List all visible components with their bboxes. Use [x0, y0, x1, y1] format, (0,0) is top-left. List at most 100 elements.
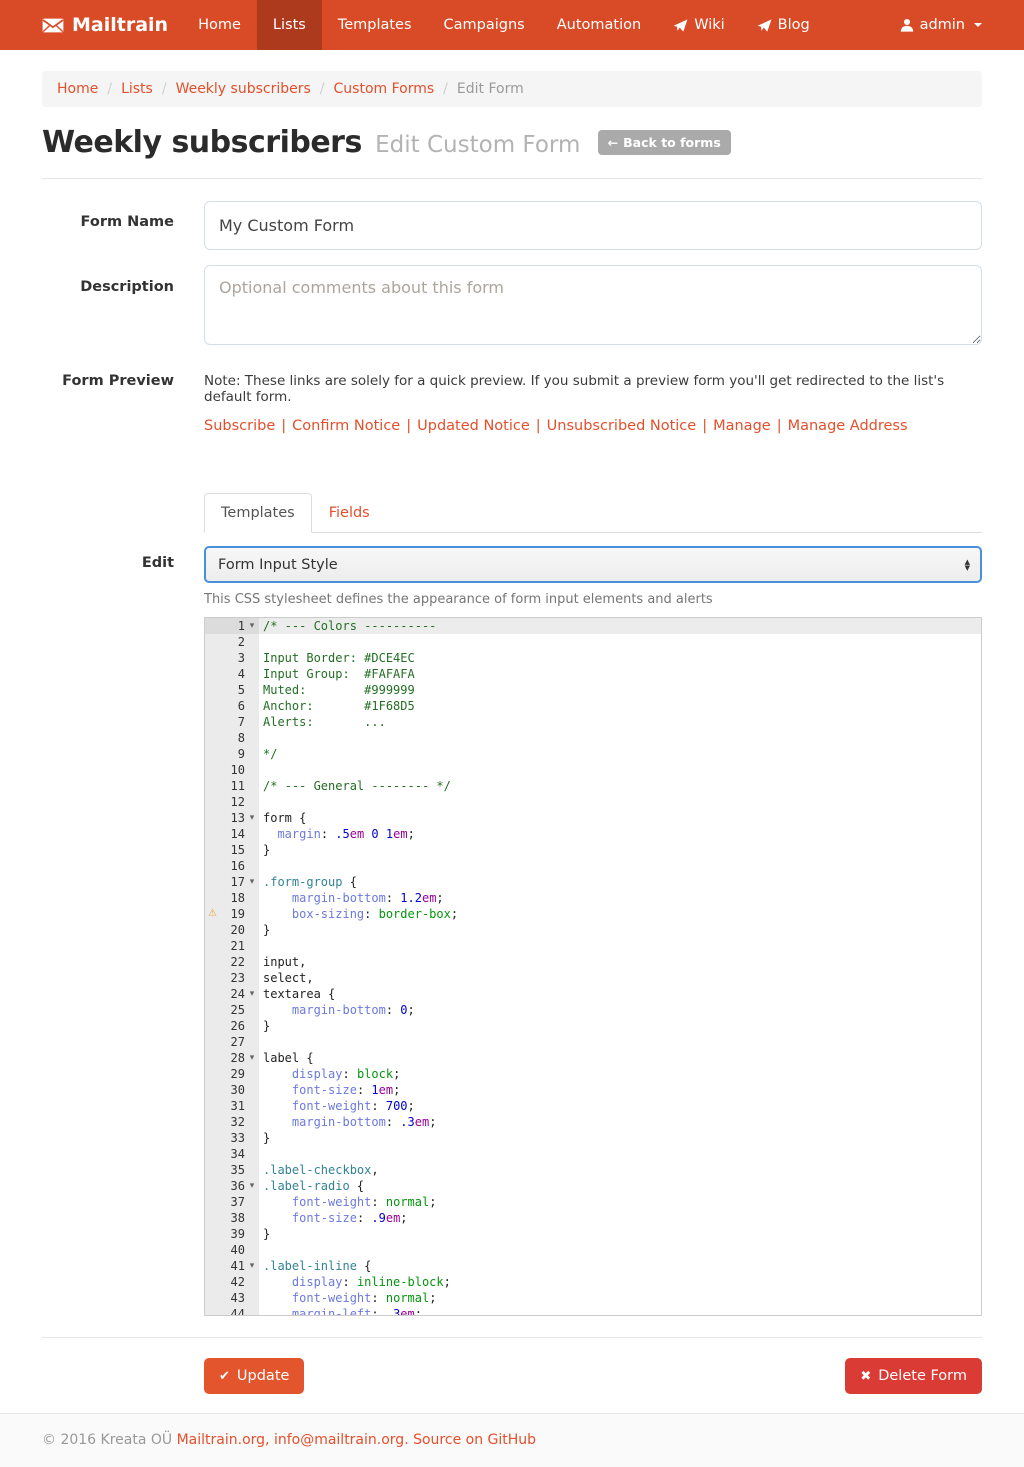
- code-line-text[interactable]: }: [259, 922, 981, 938]
- code-line-text[interactable]: /* --- Colors ----------: [259, 618, 981, 634]
- code-line-text[interactable]: display: block;: [259, 1066, 981, 1082]
- code-line-text[interactable]: Muted: #999999: [259, 682, 981, 698]
- code-line-text[interactable]: */: [259, 746, 981, 762]
- editor-gutter-cell: 16: [205, 858, 259, 874]
- nav-item-lists[interactable]: Lists: [257, 0, 322, 50]
- code-line-text[interactable]: textarea {: [259, 986, 981, 1002]
- nav-item-campaigns[interactable]: Campaigns: [428, 0, 541, 50]
- code-line-text[interactable]: [259, 1242, 981, 1258]
- code-line-text[interactable]: margin-bottom: 1.2em;: [259, 890, 981, 906]
- code-line-text[interactable]: .label-radio {: [259, 1178, 981, 1194]
- preview-link-unsubscribed-notice[interactable]: Unsubscribed Notice: [547, 418, 697, 434]
- user-menu[interactable]: admin: [900, 0, 982, 50]
- fold-toggle-icon[interactable]: ▾: [245, 986, 259, 1002]
- code-line-text[interactable]: margin: .5em 0 1em;: [259, 826, 981, 842]
- delete-form-button[interactable]: ✖ Delete Form: [845, 1358, 982, 1394]
- nav-item-automation[interactable]: Automation: [541, 0, 657, 50]
- description-label: Description: [42, 265, 174, 349]
- link-separator: |: [536, 418, 541, 434]
- code-line-text[interactable]: font-weight: normal;: [259, 1290, 981, 1306]
- code-line-text[interactable]: font-weight: normal;: [259, 1194, 981, 1210]
- code-line-text[interactable]: form {: [259, 810, 981, 826]
- tab-fields[interactable]: Fields: [312, 493, 387, 533]
- brand-link[interactable]: Mailtrain: [42, 0, 168, 50]
- fold-toggle-icon[interactable]: ▾: [245, 1050, 259, 1066]
- code-line-text[interactable]: [259, 634, 981, 650]
- code-line-text[interactable]: font-size: 1em;: [259, 1082, 981, 1098]
- code-line-text[interactable]: Alerts: ...: [259, 714, 981, 730]
- code-line-text[interactable]: [259, 938, 981, 954]
- preview-link-updated-notice[interactable]: Updated Notice: [417, 418, 530, 434]
- line-number: 35: [231, 1162, 245, 1178]
- page-subtitle: Edit Custom Form: [375, 132, 580, 158]
- css-code-editor[interactable]: 1▾/* --- Colors ----------23Input Border…: [204, 617, 982, 1316]
- fold-toggle-icon[interactable]: ▾: [245, 1258, 259, 1274]
- update-button[interactable]: ✔ Update: [204, 1358, 304, 1394]
- code-line-text[interactable]: Input Group: #FAFAFA: [259, 666, 981, 682]
- tab-templates[interactable]: Templates: [204, 493, 312, 533]
- editor-gutter-cell: 17▾: [205, 874, 259, 890]
- breadcrumb-separator: /: [443, 81, 448, 97]
- code-line-text[interactable]: font-size: .9em;: [259, 1210, 981, 1226]
- code-line-text[interactable]: .label-inline {: [259, 1258, 981, 1274]
- code-line-text[interactable]: }: [259, 1226, 981, 1242]
- footer-link-info-mailtrain-org[interactable]: info@mailtrain.org: [274, 1432, 404, 1448]
- code-line-text[interactable]: display: inline-block;: [259, 1274, 981, 1290]
- editor-line: 40: [205, 1242, 981, 1258]
- code-line-text[interactable]: margin-left: .3em;: [259, 1306, 981, 1316]
- editor-line: 37 font-weight: normal;: [205, 1194, 981, 1210]
- code-line-text[interactable]: [259, 858, 981, 874]
- fold-toggle-icon[interactable]: ▾: [245, 618, 259, 634]
- fold-toggle-icon[interactable]: ▾: [245, 874, 259, 890]
- code-line-text[interactable]: Input Border: #DCE4EC: [259, 650, 981, 666]
- code-line-text[interactable]: input,: [259, 954, 981, 970]
- code-line-text[interactable]: }: [259, 1130, 981, 1146]
- navbar: Mailtrain HomeListsTemplatesCampaignsAut…: [0, 0, 1024, 50]
- nav-item-templates[interactable]: Templates: [322, 0, 428, 50]
- form-name-input[interactable]: [204, 201, 982, 250]
- fold-toggle-icon[interactable]: ▾: [245, 810, 259, 826]
- editor-line: 41▾.label-inline {: [205, 1258, 981, 1274]
- breadcrumb-link-lists[interactable]: Lists: [121, 81, 153, 97]
- preview-link-subscribe[interactable]: Subscribe: [204, 418, 275, 434]
- code-line-text[interactable]: .label-checkbox,: [259, 1162, 981, 1178]
- code-line-text[interactable]: select,: [259, 970, 981, 986]
- code-line-text[interactable]: label {: [259, 1050, 981, 1066]
- fold-toggle-icon[interactable]: ▾: [245, 1178, 259, 1194]
- code-line-text[interactable]: margin-bottom: .3em;: [259, 1114, 981, 1130]
- breadcrumb-link-weekly-subscribers[interactable]: Weekly subscribers: [176, 81, 311, 97]
- code-line-text[interactable]: }: [259, 842, 981, 858]
- nav-item-blog[interactable]: Blog: [741, 0, 826, 50]
- code-line-text[interactable]: box-sizing: border-box;: [259, 906, 981, 922]
- code-line-text[interactable]: [259, 730, 981, 746]
- code-line-text[interactable]: [259, 1146, 981, 1162]
- preview-link-manage-address[interactable]: Manage Address: [788, 418, 908, 434]
- code-line-text[interactable]: }: [259, 1018, 981, 1034]
- code-line-text[interactable]: [259, 1034, 981, 1050]
- code-line-text[interactable]: /* --- General -------- */: [259, 778, 981, 794]
- breadcrumb-link-custom-forms[interactable]: Custom Forms: [334, 81, 435, 97]
- code-line-text[interactable]: [259, 762, 981, 778]
- preview-link-manage[interactable]: Manage: [713, 418, 771, 434]
- preview-link-confirm-notice[interactable]: Confirm Notice: [292, 418, 400, 434]
- editor-gutter-cell: 26: [205, 1018, 259, 1034]
- code-line-text[interactable]: .form-group {: [259, 874, 981, 890]
- code-line-text[interactable]: Anchor: #1F68D5: [259, 698, 981, 714]
- description-textarea[interactable]: [204, 265, 982, 345]
- nav-item-wiki[interactable]: Wiki: [657, 0, 740, 50]
- line-number: 1: [238, 618, 245, 634]
- template-select[interactable]: Form Input Style ▲▼: [204, 546, 982, 583]
- editor-gutter-cell: 12: [205, 794, 259, 810]
- editor-line: 15}: [205, 842, 981, 858]
- footer-link-source-on-github[interactable]: Source on GitHub: [413, 1432, 536, 1448]
- breadcrumb-link-home[interactable]: Home: [57, 81, 98, 97]
- footer-link-mailtrain-org[interactable]: Mailtrain.org: [177, 1432, 265, 1448]
- code-line-text[interactable]: [259, 794, 981, 810]
- nav-item-home[interactable]: Home: [182, 0, 257, 50]
- code-line-text[interactable]: margin-bottom: 0;: [259, 1002, 981, 1018]
- template-help-text: This CSS stylesheet defines the appearan…: [204, 592, 982, 607]
- link-separator: |: [406, 418, 411, 434]
- code-line-text[interactable]: font-weight: 700;: [259, 1098, 981, 1114]
- editor-line: 31 font-weight: 700;: [205, 1098, 981, 1114]
- back-to-forms-button[interactable]: ← Back to forms: [598, 130, 731, 155]
